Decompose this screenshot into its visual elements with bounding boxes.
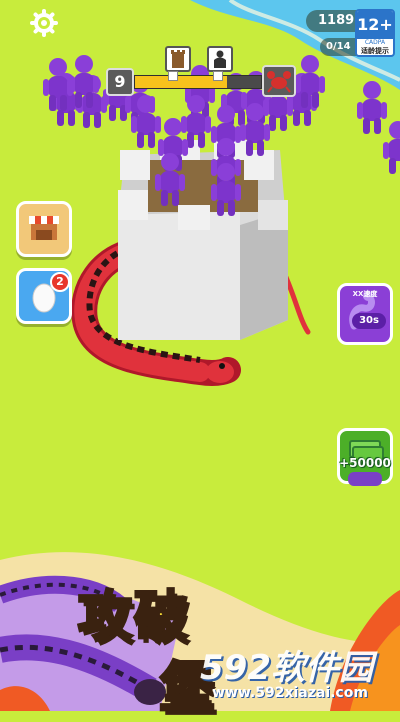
progress-node-1 [168,71,178,81]
egg-notification-badge: 2 [50,272,70,292]
shop-icon [29,216,59,240]
progress-node-2 [213,71,223,81]
age-rating-badge: 12+ CADPA 适龄提示 [355,9,395,57]
coin-value: 1189 [318,13,355,28]
speed-boost-timer: 30s [352,313,386,329]
capacity-value: 0/14 [326,41,351,52]
game-scene[interactable] [0,0,400,711]
cash-bonus-ad-tag [348,472,382,486]
speed-boost-label: XX速度 [352,290,378,298]
boss-marker [262,65,296,97]
level-indicator: 9 [106,68,134,96]
age-rating-note: 适龄提示 [361,47,389,55]
enemy-castle[interactable] [118,140,288,340]
level-progress-bar [134,75,262,89]
shop-button[interactable] [16,201,72,257]
egg-badge-count: 2 [56,275,64,288]
watermark-url: www.592xiazai.com [212,685,368,701]
watermark-title: 592软件园 [200,648,373,688]
tower-icon [171,50,185,68]
age-rating-value: 12+ [357,11,393,39]
gear-icon [30,9,58,37]
level-number: 9 [114,72,126,91]
unit-stage-marker [207,46,233,72]
crab-icon [267,71,291,93]
banner-title: 攻破 [77,584,190,650]
settings-button[interactable] [30,9,58,37]
person-icon [214,50,226,68]
cash-bonus-label: +50000 [339,456,391,470]
age-rating-org: CADPA [364,39,386,46]
tower-stage-marker [165,46,191,72]
